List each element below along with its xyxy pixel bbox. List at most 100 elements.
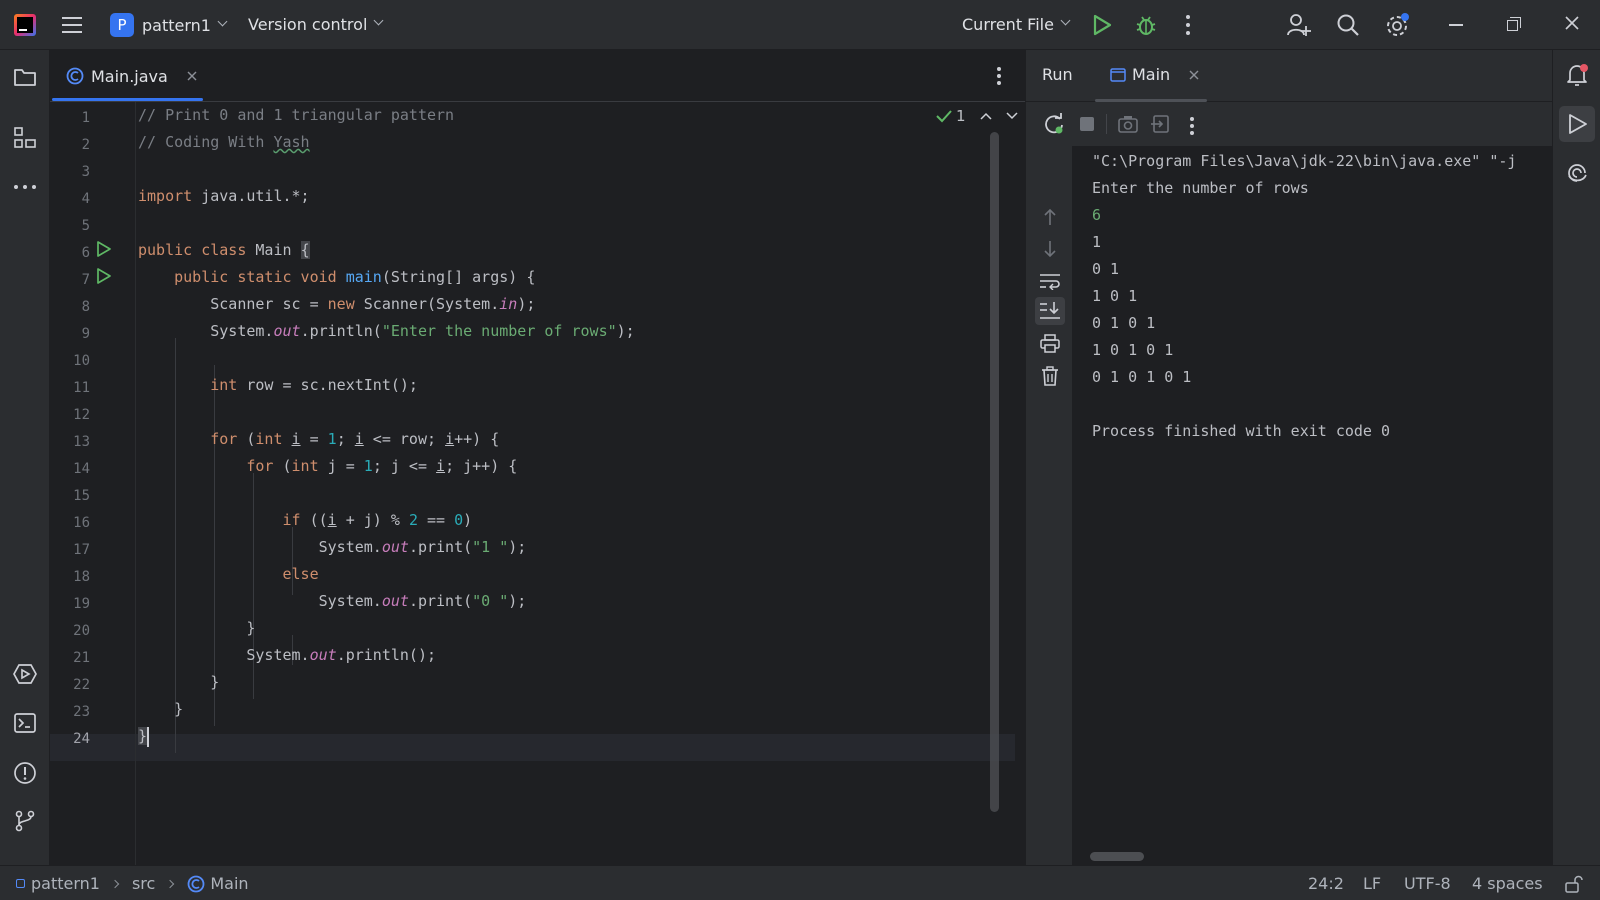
ai-assistant-button[interactable] [1562, 158, 1592, 188]
minimize-button[interactable] [1449, 24, 1463, 26]
run-tool-button-active[interactable] [1559, 106, 1595, 142]
camera-icon[interactable] [1117, 114, 1139, 134]
indent-setting[interactable]: 4 spaces [1472, 874, 1543, 893]
console-line: 0 1 0 1 0 1 [1092, 368, 1192, 386]
check-icon [936, 110, 952, 123]
code-line[interactable]: public class Main { [138, 237, 310, 264]
line-separator[interactable]: LF [1363, 874, 1381, 893]
services-tool-button[interactable] [10, 659, 40, 689]
code-line[interactable]: public static void main(String[] args) { [138, 264, 535, 291]
console-line: 1 0 1 [1092, 287, 1138, 305]
breadcrumb-class[interactable]: Main [210, 874, 248, 893]
file-encoding[interactable]: UTF-8 [1404, 874, 1451, 893]
code-line[interactable]: System.out.print("0 "); [138, 588, 527, 615]
code-line[interactable]: if ((i + j) % 2 == 0) [138, 507, 473, 534]
code-line[interactable]: System.out.print("1 "); [138, 534, 527, 561]
module-icon [16, 879, 25, 888]
project-badge: P [110, 13, 134, 37]
code-line[interactable]: } [138, 615, 255, 642]
console-horizontal-scrollbar[interactable] [1090, 852, 1144, 861]
soft-wrap-icon[interactable] [1039, 272, 1061, 290]
exit-icon[interactable] [1151, 114, 1171, 134]
close-window-button[interactable] [1564, 15, 1580, 35]
inspection-widget[interactable]: 1 [936, 107, 1018, 125]
print-icon[interactable] [1040, 334, 1060, 354]
arrow-down-icon[interactable] [1043, 240, 1057, 258]
chevron-down-icon[interactable] [1006, 112, 1018, 120]
run-class-gutter-icon[interactable] [96, 241, 111, 257]
vcs-label: Version control [248, 15, 368, 34]
search-icon [1337, 14, 1359, 36]
debug-button[interactable] [1134, 13, 1158, 37]
code-line[interactable]: for (int j = 1; j <= i; j++) { [138, 453, 517, 480]
breadcrumb-src[interactable]: src [132, 874, 155, 893]
code-line[interactable]: // Coding With Yash [138, 129, 310, 156]
editor-vertical-scrollbar[interactable] [990, 132, 999, 812]
console-line: 1 0 1 0 1 [1092, 341, 1174, 359]
trash-icon[interactable] [1041, 366, 1059, 386]
arrow-up-icon[interactable] [1043, 208, 1057, 226]
run-icon [1569, 114, 1587, 134]
breadcrumb-project[interactable]: pattern1 [31, 874, 100, 893]
run-icon [1093, 14, 1112, 36]
stop-button[interactable] [1080, 117, 1094, 131]
line-number: 1 [81, 110, 90, 126]
tab-main-java[interactable]: Main.java [66, 64, 198, 88]
notifications-button[interactable] [1562, 60, 1592, 90]
title-bar: P pattern1 Version control Current File [0, 0, 1600, 50]
console-line: 0 1 [1092, 260, 1120, 278]
left-tool-strip [0, 50, 50, 865]
run-more-icon[interactable] [1190, 117, 1196, 135]
console-window-icon [1110, 67, 1126, 82]
run-tool-window: Run Main "C:\Program Files\Java\jdk-22\b… [1026, 50, 1552, 865]
services-icon [13, 664, 37, 684]
code-line[interactable]: int row = sc.nextInt(); [138, 372, 418, 399]
restore-button[interactable] [1507, 17, 1521, 31]
code-line[interactable]: System.out.println(); [138, 642, 436, 669]
app-logo-icon[interactable] [14, 14, 36, 36]
more-actions-icon[interactable] [1185, 14, 1191, 36]
git-tool-button[interactable] [10, 806, 40, 836]
code-line[interactable]: for (int i = 1; i <= row; i++) { [138, 426, 499, 453]
run-button[interactable] [1092, 14, 1112, 36]
rerun-icon[interactable] [1043, 113, 1065, 135]
more-tools-icon[interactable] [10, 172, 40, 202]
add-user-icon [1287, 14, 1311, 36]
project-selector[interactable]: P pattern1 [110, 12, 228, 38]
scroll-to-end-button[interactable] [1035, 297, 1065, 325]
run-config-selector[interactable]: Current File [962, 15, 1071, 34]
chevron-up-icon[interactable] [980, 112, 992, 120]
project-tool-button[interactable] [10, 62, 40, 92]
code-line[interactable]: System.out.println("Enter the number of … [138, 318, 634, 345]
run-main-gutter-icon[interactable] [96, 268, 111, 284]
code-line[interactable]: } [138, 669, 219, 696]
main-menu-icon[interactable] [62, 16, 82, 34]
inspection-count: 1 [956, 107, 966, 125]
code-line[interactable]: // Print 0 and 1 triangular pattern [138, 102, 454, 129]
code-line[interactable]: import java.util.*; [138, 183, 310, 210]
unlock-icon[interactable] [1565, 875, 1583, 893]
console-exit-message: Process finished with exit code 0 [1092, 422, 1391, 440]
search-button[interactable] [1336, 13, 1360, 41]
run-toolbar [1026, 102, 1552, 146]
close-tab-icon[interactable] [1188, 69, 1200, 81]
problems-tool-button[interactable] [10, 758, 40, 788]
editor-more-icon[interactable] [997, 67, 1003, 85]
settings-button[interactable] [1385, 12, 1411, 42]
caret-position[interactable]: 24:2 [1308, 874, 1344, 893]
add-user-button[interactable] [1286, 12, 1312, 42]
vcs-menu[interactable]: Version control [248, 15, 384, 34]
close-tab-icon[interactable] [186, 70, 198, 82]
code-line[interactable]: else [138, 561, 319, 588]
line-number: 19 [73, 596, 90, 612]
console-output[interactable]: "C:\Program Files\Java\jdk-22\bin\java.e… [1072, 146, 1552, 865]
code-line[interactable]: } [138, 696, 183, 723]
run-tab-main[interactable]: Main [1110, 65, 1200, 84]
code-line[interactable]: } [138, 723, 150, 750]
code-line[interactable]: Scanner sc = new Scanner(System.in); [138, 291, 535, 318]
chevron-down-icon [1060, 15, 1071, 26]
run-panel-title: Run [1042, 65, 1073, 84]
line-number: 5 [81, 218, 90, 234]
structure-tool-button[interactable] [10, 123, 40, 153]
terminal-tool-button[interactable] [10, 708, 40, 738]
